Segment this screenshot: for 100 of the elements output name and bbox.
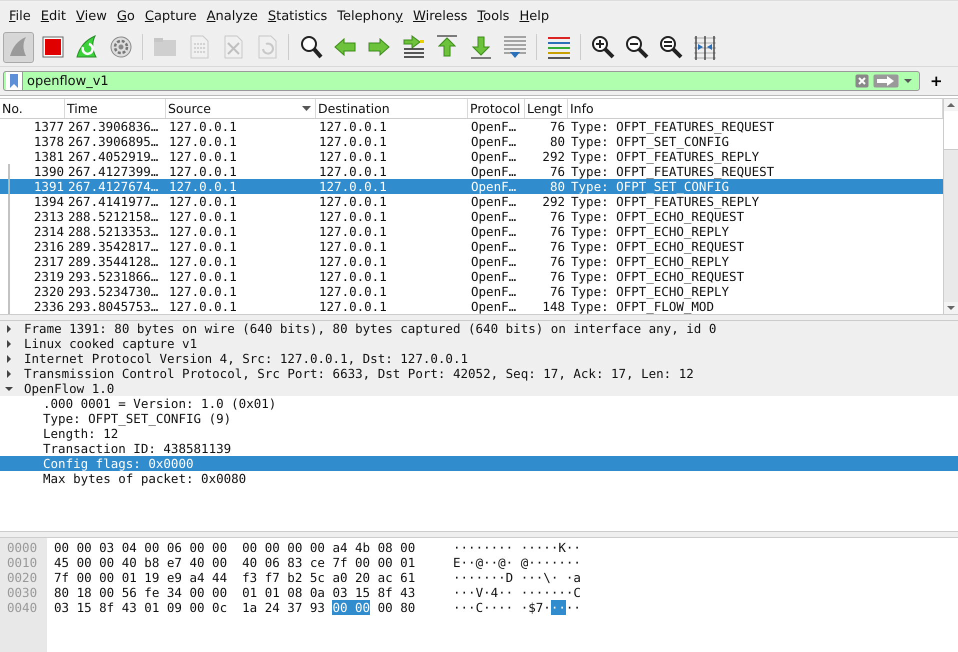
tree-item[interactable]: OpenFlow 1.0 xyxy=(0,381,958,396)
caret-icon[interactable] xyxy=(903,77,913,85)
menu-item[interactable]: Edit xyxy=(36,8,71,24)
clear-icon[interactable] xyxy=(855,74,869,88)
packet-row[interactable]: 2314 288.5213353… 127.0.0.1 127.0.0.1 OpenF… 76 Type: OFPT_ECHO_REPLY xyxy=(0,224,943,239)
packet-protocol: OpenF… xyxy=(471,194,516,209)
menu-item[interactable]: Analyze xyxy=(202,8,263,24)
filter-text: openflow_v1 xyxy=(27,74,109,88)
column-header[interactable]: Protocol xyxy=(468,99,525,118)
byte-offset: 0040 xyxy=(7,600,38,615)
column-header[interactable]: Lengt xyxy=(525,99,568,118)
packet-row[interactable]: 1377 267.3906836… 127.0.0.1 127.0.0.1 OpenF… 76 Type: OFPT_FEATURES_REQUEST xyxy=(0,119,943,134)
scrollbar[interactable] xyxy=(943,99,958,314)
packet-time: 288.5212158… xyxy=(68,209,158,224)
expanded-arrow-icon[interactable] xyxy=(5,384,13,392)
column-header[interactable]: No. xyxy=(0,99,65,118)
packet-protocol: OpenF… xyxy=(471,179,516,194)
packet-number: 1394 xyxy=(34,194,64,209)
add-filter-button[interactable]: + xyxy=(924,72,949,90)
menu-item[interactable]: Telephony xyxy=(332,8,408,24)
packet-row[interactable]: 2319 293.5231866… 127.0.0.1 127.0.0.1 OpenF… 76 Type: OFPT_ECHO_REQUEST xyxy=(0,269,943,284)
tree-item[interactable]: Linux cooked capture v1 xyxy=(0,336,958,351)
packet-row[interactable]: 2313 288.5212158… 127.0.0.1 127.0.0.1 OpenF… 76 Type: OFPT_ECHO_REQUEST xyxy=(0,209,943,224)
packet-destination: 127.0.0.1 xyxy=(319,284,387,299)
packet-number: 2317 xyxy=(34,254,64,269)
ascii-bytes: ·· xyxy=(566,600,581,615)
packet-length: 292 xyxy=(542,194,565,209)
packet-row[interactable]: 2316 289.3542817… 127.0.0.1 127.0.0.1 OpenF… 76 Type: OFPT_ECHO_REQUEST xyxy=(0,239,943,254)
packet-row[interactable]: 1390 267.4127399… 127.0.0.1 127.0.0.1 OpenF… 76 Type: OFPT_FEATURES_REQUEST xyxy=(0,164,943,179)
packet-source: 127.0.0.1 xyxy=(169,254,237,269)
packet-number: 1378 xyxy=(34,134,64,149)
packet-destination: 127.0.0.1 xyxy=(319,119,387,134)
packet-time: 293.5234730… xyxy=(68,284,158,299)
packet-source: 127.0.0.1 xyxy=(169,119,237,134)
column-header[interactable]: Source xyxy=(166,99,316,118)
packet-source: 127.0.0.1 xyxy=(169,299,237,314)
hex-bytes: 00 00 03 04 00 06 00 00 00 00 00 00 a4 4b 08 00 xyxy=(54,540,416,555)
packet-time: 267.3906836… xyxy=(68,119,158,134)
tree-item[interactable]: Transmission Control Protocol, Src Port: 6633, Dst Port: 42052, Seq: 17, Ack: 17, Len: 12 xyxy=(0,366,958,381)
packet-length: 76 xyxy=(550,239,565,254)
packet-info: Type: OFPT_FEATURES_REPLY xyxy=(571,149,760,164)
packet-row[interactable]: 2317 289.3544128… 127.0.0.1 127.0.0.1 OpenF… 76 Type: OFPT_ECHO_REPLY xyxy=(0,254,943,269)
packet-info: Type: OFPT_SET_CONFIG xyxy=(571,134,730,149)
column-header[interactable]: Destination xyxy=(316,99,468,118)
packet-protocol: OpenF… xyxy=(471,224,516,239)
packet-time: 267.4141977… xyxy=(68,194,158,209)
packet-time: 289.3542817… xyxy=(68,239,158,254)
packet-number: 1390 xyxy=(34,164,64,179)
packet-protocol: OpenF… xyxy=(471,284,516,299)
packet-row[interactable]: 1391 267.4127674… 127.0.0.1 127.0.0.1 OpenF… 80 Type: OFPT_SET_CONFIG xyxy=(0,179,943,194)
packet-info: Type: OFPT_FEATURES_REPLY xyxy=(571,194,760,209)
byte-offset: 0010 xyxy=(7,555,38,570)
menu-item[interactable]: File xyxy=(4,8,36,24)
packet-protocol: OpenF… xyxy=(471,299,516,314)
menu-item[interactable]: Go xyxy=(112,8,140,24)
packet-length: 76 xyxy=(550,224,565,239)
packet-number: 2320 xyxy=(34,284,64,299)
packet-length: 76 xyxy=(550,284,565,299)
packet-row[interactable]: 1394 267.4141977… 127.0.0.1 127.0.0.1 OpenF… 292 Type: OFPT_FEATURES_REPLY xyxy=(0,194,943,209)
packet-info: Type: OFPT_ECHO_REPLY xyxy=(571,284,730,299)
column-header[interactable]: Time xyxy=(65,99,166,118)
packet-source: 127.0.0.1 xyxy=(169,149,237,164)
packet-protocol: OpenF… xyxy=(471,134,516,149)
packet-source: 127.0.0.1 xyxy=(169,194,237,209)
packet-length: 76 xyxy=(550,269,565,284)
packet-row[interactable]: 1381 267.4052919… 127.0.0.1 127.0.0.1 OpenF… 292 Type: OFPT_FEATURES_REPLY xyxy=(0,149,943,164)
packet-row[interactable]: 2336 293.8045753… 127.0.0.1 127.0.0.1 OpenF… 148 Type: OFPT_FLOW_MOD xyxy=(0,299,943,314)
packet-destination: 127.0.0.1 xyxy=(319,224,387,239)
packet-row[interactable]: 1378 267.3906895… 127.0.0.1 127.0.0.1 OpenF… 80 Type: OFPT_SET_CONFIG xyxy=(0,134,943,149)
tree-item[interactable]: Config flags: 0x0000 xyxy=(0,456,958,471)
splitter-handle[interactable] xyxy=(0,531,958,538)
bookmark-icon[interactable] xyxy=(6,72,23,90)
splitter-handle[interactable] xyxy=(0,314,958,321)
menu-item[interactable]: Help xyxy=(514,8,554,24)
menu-item[interactable]: Statistics xyxy=(262,8,332,24)
packet-number: 2313 xyxy=(34,209,64,224)
byte-offset: 0000 xyxy=(7,540,38,555)
menu-item[interactable]: View xyxy=(70,8,112,24)
packet-row[interactable]: 2320 293.5234730… 127.0.0.1 127.0.0.1 OpenF… 76 Type: OFPT_ECHO_REPLY xyxy=(0,284,943,299)
packet-protocol: OpenF… xyxy=(471,119,516,134)
packet-source: 127.0.0.1 xyxy=(169,134,237,149)
packet-info: Type: OFPT_SET_CONFIG xyxy=(571,179,730,194)
display-filter-field[interactable]: openflow_v1 xyxy=(3,71,920,91)
tree-item[interactable]: Frame 1391: 80 bytes on wire (640 bits), 80 bytes captured (640 bits) on interface any, id 0 xyxy=(0,321,958,336)
packet-info: Type: OFPT_FEATURES_REQUEST xyxy=(571,119,774,134)
packet-destination: 127.0.0.1 xyxy=(319,194,387,209)
hex-bytes: 03 15 8f 43 01 09 00 0c 1a 24 37 93 xyxy=(54,600,326,615)
packet-time: 267.4052919… xyxy=(68,149,158,164)
packet-number: 2316 xyxy=(34,239,64,254)
menu-item[interactable]: Wireless xyxy=(408,8,472,24)
byte-offset: 0030 xyxy=(7,585,38,600)
scrollbar-thumb[interactable] xyxy=(944,111,958,150)
ascii-bytes: ········ ·····K·· xyxy=(453,540,581,555)
hex-bytes: 00 80 xyxy=(376,600,416,615)
tree-item[interactable]: Internet Protocol Version 4, Src: 127.0.0.1, Dst: 127.0.0.1 xyxy=(0,351,958,366)
packet-source: 127.0.0.1 xyxy=(169,269,237,284)
menu-item[interactable]: Tools xyxy=(472,8,514,24)
menu-item[interactable]: Capture xyxy=(140,8,202,24)
packet-time: 293.8045753… xyxy=(68,299,158,314)
packet-number: 1381 xyxy=(34,149,64,164)
